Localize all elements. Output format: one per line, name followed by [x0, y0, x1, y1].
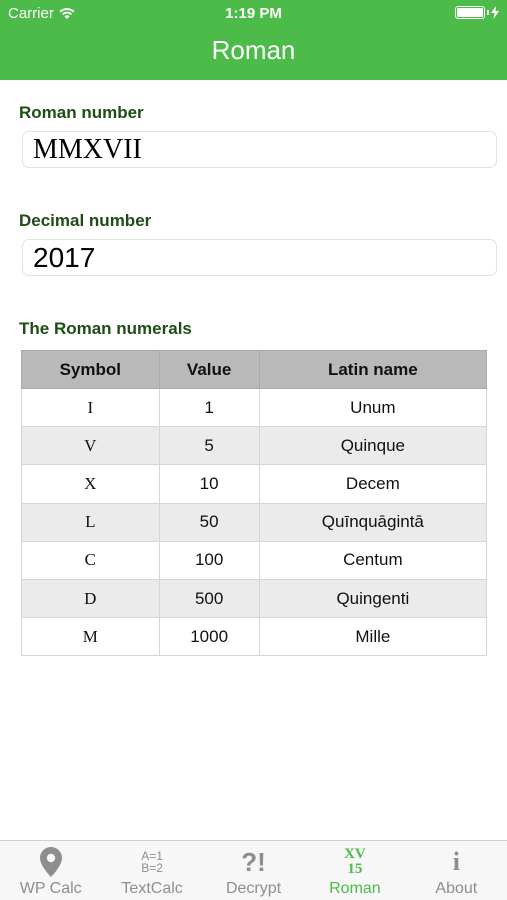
tab-decrypt[interactable]: ?! Decrypt	[203, 841, 304, 900]
decimal-number-label: Decimal number	[19, 211, 152, 230]
roman-numerals-table: Symbol Value Latin name I 1 Unum V 5 Qui…	[21, 350, 488, 657]
tab-text-calc[interactable]: A=1 B=2 TextCalc	[101, 841, 202, 900]
cell-latin-name: Decem	[258, 464, 488, 504]
tab-label: WP Calc	[19, 880, 82, 897]
battery-icon	[455, 6, 485, 19]
table-row: C 100 Centum	[21, 540, 488, 580]
cell-symbol: V	[21, 426, 160, 466]
info-glyph: i	[452, 847, 460, 876]
equations-icon-bottom: B=2	[141, 861, 163, 875]
cell-symbol: I	[21, 387, 160, 428]
decimal-number-value: 2017	[33, 241, 96, 273]
table-row: V 5 Quinque	[21, 426, 488, 466]
table-row: L 50 Quīnquāgintā	[21, 502, 488, 542]
cell-latin-name: Quīnquāgintā	[258, 502, 488, 542]
column-header-value: Value	[158, 350, 260, 389]
roman-numerals-heading: The Roman numerals	[19, 319, 192, 338]
question-exclamation-icon: ?!	[203, 847, 304, 877]
table-row: D 500 Quingenti	[21, 578, 488, 619]
cell-value: 10	[158, 464, 260, 504]
roman-icon-top: XV	[344, 846, 366, 862]
cell-latin-name: Quingenti	[258, 578, 488, 619]
battery-tip	[487, 10, 489, 15]
cell-latin-name: Mille	[258, 617, 488, 657]
decrypt-glyph: ?!	[241, 846, 266, 877]
cell-value: 100	[158, 540, 260, 580]
roman-number-field[interactable]: MMXVII	[22, 131, 497, 168]
cell-symbol: X	[21, 464, 160, 504]
charging-bolt-icon	[491, 6, 499, 19]
location-pin-icon	[0, 847, 101, 877]
tab-roman[interactable]: XV 15 Roman	[304, 841, 405, 900]
tab-label: About	[435, 880, 478, 897]
cell-symbol: L	[21, 502, 160, 542]
navigation-header: Carrier 1:19 PM Roman	[0, 0, 507, 80]
table-row: X 10 Decem	[21, 464, 488, 504]
cell-value: 500	[158, 578, 260, 619]
status-right	[455, 6, 499, 19]
cell-value: 1000	[158, 617, 260, 657]
cell-symbol: M	[21, 617, 160, 657]
roman-numeral-icon: XV 15	[304, 847, 405, 877]
column-header-symbol: Symbol	[21, 350, 160, 389]
cell-value: 50	[158, 502, 260, 542]
cell-symbol: D	[21, 578, 160, 619]
cell-latin-name: Centum	[258, 540, 488, 580]
info-icon: i	[406, 847, 507, 877]
table-header-row: Symbol Value Latin name	[21, 350, 488, 389]
tab-wp-calc[interactable]: WP Calc	[0, 841, 101, 900]
tab-label: Decrypt	[225, 880, 282, 897]
cell-value: 5	[158, 426, 260, 466]
tab-about[interactable]: i About	[406, 841, 507, 900]
page-title: Roman	[211, 35, 296, 65]
decimal-number-field[interactable]: 2017	[22, 239, 497, 276]
roman-number-value: MMXVII	[33, 133, 142, 165]
table-row: I 1 Unum	[21, 387, 488, 428]
roman-icon-bottom: 15	[347, 861, 363, 877]
tab-label: Roman	[329, 880, 381, 897]
cell-latin-name: Unum	[258, 387, 488, 428]
tab-label: TextCalc	[121, 880, 183, 897]
cell-latin-name: Quinque	[258, 426, 488, 466]
table-row: M 1000 Mille	[21, 617, 488, 657]
tab-bar: WP Calc A=1 B=2 TextCalc ?! Decrypt XV 1…	[0, 840, 507, 900]
cell-value: 1	[158, 387, 260, 428]
equations-icon: A=1 B=2	[101, 847, 202, 877]
roman-number-label: Roman number	[19, 103, 144, 122]
column-header-latin-name: Latin name	[258, 350, 488, 389]
status-bar: Carrier 1:19 PM	[0, 0, 507, 28]
status-time: 1:19 PM	[225, 5, 282, 22]
cell-symbol: C	[21, 540, 160, 580]
